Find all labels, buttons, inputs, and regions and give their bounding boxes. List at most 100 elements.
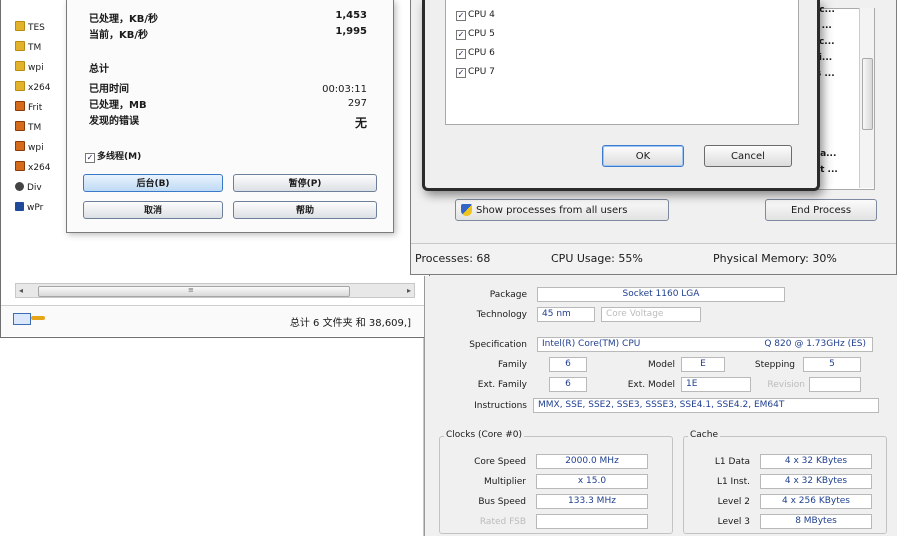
status-text: 总计 6 文件夹 和 38,609,]: [289, 318, 411, 329]
file-name: x264: [28, 163, 51, 173]
checkbox-icon[interactable]: ✓: [456, 30, 466, 40]
package-label: Package: [489, 290, 527, 300]
ok-button[interactable]: OK: [602, 145, 684, 167]
cpu-checkbox[interactable]: ✓ CPU 6: [456, 48, 495, 59]
file-item[interactable]: wpi: [15, 140, 63, 156]
pause-button[interactable]: 暂停(P): [233, 174, 377, 192]
scroll-left-icon[interactable]: ◂: [19, 284, 23, 297]
file-item[interactable]: TES: [15, 20, 63, 36]
revision-label: Revision: [767, 380, 805, 390]
file-name: wPr: [27, 203, 44, 213]
media-icon: [15, 202, 24, 211]
file-name: Frit: [28, 103, 43, 113]
cpuz-cpu-panel: Package Socket 1160 LGA Technology 45 nm…: [424, 276, 897, 536]
show-all-processes-button[interactable]: Show processes from all users: [455, 199, 669, 221]
level2-value: 4 x 256 KBytes: [760, 494, 872, 509]
background-button[interactable]: 后台(B): [83, 174, 223, 192]
app-icon: [15, 101, 25, 111]
technology-label: Technology: [476, 310, 527, 320]
file-item[interactable]: wpi: [15, 60, 63, 76]
stepping-value: 5: [803, 357, 861, 372]
cpu-checkbox[interactable]: ✓ CPU 4: [456, 10, 495, 21]
processes-count: Processes: 68: [415, 252, 491, 265]
file-item[interactable]: x264: [15, 80, 63, 96]
app-icon: [15, 141, 25, 151]
checkbox-icon[interactable]: ✓: [456, 49, 466, 59]
elapsed-time-label: 已用时间: [89, 84, 129, 95]
level3-label: Level 3: [717, 517, 750, 527]
instructions-label: Instructions: [474, 401, 527, 411]
task-manager-status-bar: Processes: 68 CPU Usage: 55% Physical Me…: [411, 243, 896, 274]
checkbox-icon[interactable]: ✓: [85, 153, 95, 163]
cancel-button[interactable]: Cancel: [704, 145, 792, 167]
model-value: E: [681, 357, 725, 372]
processed-rate-label: 已处理，KB/秒: [89, 14, 159, 25]
file-item[interactable]: Frit: [15, 100, 63, 116]
l1-data-label: L1 Data: [714, 457, 750, 467]
bus-speed-label: Bus Speed: [478, 497, 526, 507]
cache-group: Cache L1 Data 4 x 32 KBytes L1 Inst. 4 x…: [683, 430, 887, 534]
multiplier-value: x 15.0: [536, 474, 648, 489]
scrollbar-thumb[interactable]: [38, 286, 350, 297]
core-voltage-label: Core Voltage: [601, 307, 701, 322]
scroll-right-icon[interactable]: ▸: [407, 284, 411, 297]
checkbox-icon[interactable]: ✓: [456, 11, 466, 21]
drive-icon: [31, 316, 45, 320]
physical-memory: Physical Memory: 30%: [713, 252, 837, 265]
file-item[interactable]: Div: [15, 180, 63, 196]
processor-affinity-dialog: ✓ CPU 4 ✓ CPU 5 ✓ CPU 6 ✓ CPU 7 OK Cancel: [422, 0, 820, 191]
copy-progress-dialog: 已处理，KB/秒 1,453 当前，KB/秒 1,995 总计 已用时间 00:…: [66, 0, 394, 233]
end-process-button[interactable]: End Process: [765, 199, 877, 221]
multithread-label: 多线程(M): [97, 152, 142, 162]
folder-icon: [15, 21, 25, 31]
specification-value: Intel(R) Core(TM) CPU Q 820 @ 1.73GHz (E…: [537, 337, 873, 352]
processed-mb-value: 297: [347, 98, 367, 109]
cpu-label: CPU 6: [468, 48, 495, 58]
core-speed-value: 2000.0 MHz: [536, 454, 648, 469]
rated-fsb-value: [536, 514, 648, 529]
file-item[interactable]: wPr: [15, 200, 63, 216]
file-name: wpi: [28, 143, 44, 153]
cpu-usage: CPU Usage: 55%: [551, 252, 643, 265]
file-item[interactable]: x264: [15, 160, 63, 176]
processed-rate-value: 1,453: [335, 10, 367, 21]
specification-name: Intel(R) Core(TM) CPU: [542, 339, 641, 349]
ext-family-label: Ext. Family: [477, 380, 527, 390]
ext-model-value: 1E: [681, 377, 751, 392]
app-icon: [15, 121, 25, 131]
cpu-checkbox[interactable]: ✓ CPU 5: [456, 29, 495, 40]
errors-value: 无: [354, 116, 367, 130]
l1-data-value: 4 x 32 KBytes: [760, 454, 872, 469]
instructions-value: MMX, SSE, SSE2, SSE3, SSSE3, SSE4.1, SSE…: [533, 398, 879, 413]
bus-speed-value: 133.3 MHz: [536, 494, 648, 509]
file-name: wpi: [28, 63, 44, 73]
blank-pane: [0, 338, 424, 536]
multiplier-label: Multiplier: [484, 477, 526, 487]
status-bar: 总计 6 文件夹 和 38,609,]: [1, 305, 429, 336]
l1-inst-label: L1 Inst.: [716, 477, 750, 487]
core-speed-label: Core Speed: [474, 457, 526, 467]
level3-value: 8 MBytes: [760, 514, 872, 529]
file-item[interactable]: TM: [15, 120, 63, 136]
family-value: 6: [549, 357, 587, 372]
help-button[interactable]: 帮助: [233, 201, 377, 219]
l1-inst-value: 4 x 32 KBytes: [760, 474, 872, 489]
file-item[interactable]: TM: [15, 40, 63, 56]
cpu-checkbox[interactable]: ✓ CPU 7: [456, 67, 495, 78]
ext-family-value: 6: [549, 377, 587, 392]
rated-fsb-label: Rated FSB: [479, 517, 526, 527]
level2-label: Level 2: [717, 497, 750, 507]
elapsed-time-value: 00:03:11: [322, 84, 367, 95]
disc-icon: [15, 182, 24, 191]
scrollbar-thumb[interactable]: [862, 58, 873, 130]
clocks-group: Clocks (Core #0) Core Speed 2000.0 MHz M…: [439, 430, 673, 534]
vertical-scrollbar[interactable]: [859, 8, 874, 188]
horizontal-scrollbar[interactable]: ◂ ≡ ▸: [15, 283, 415, 298]
checkbox-icon[interactable]: ✓: [456, 68, 466, 78]
multithread-checkbox[interactable]: ✓ 多线程(M): [85, 149, 141, 163]
cancel-button[interactable]: 取消: [83, 201, 223, 219]
specification-label: Specification: [469, 340, 527, 350]
family-label: Family: [498, 360, 527, 370]
errors-label: 发现的错误: [89, 116, 139, 127]
cpu-checkbox-list: ✓ CPU 4 ✓ CPU 5 ✓ CPU 6 ✓ CPU 7: [445, 0, 799, 125]
